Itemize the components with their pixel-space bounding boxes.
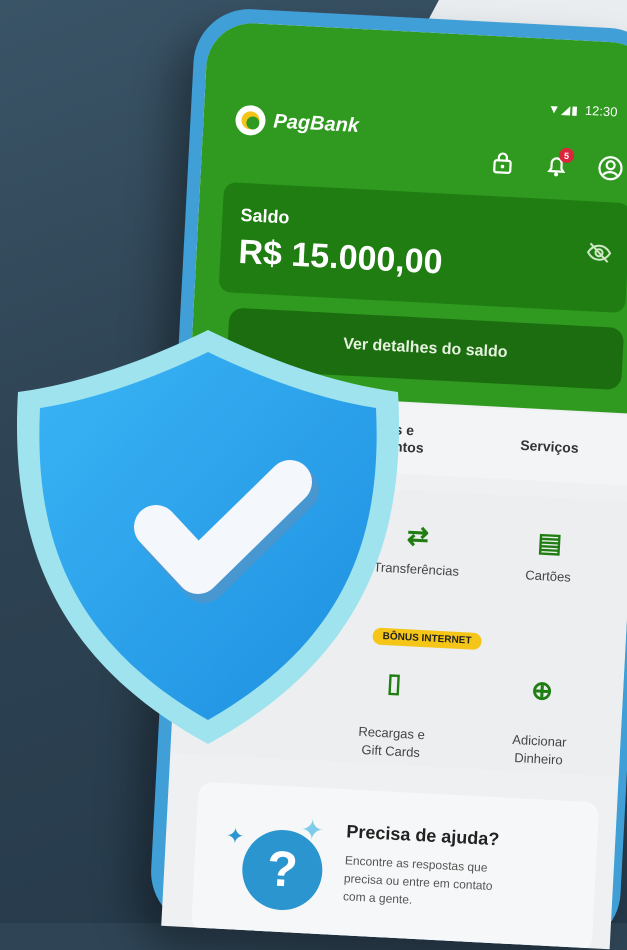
- balance-label: Saldo: [240, 204, 291, 228]
- notification-badge: 5: [558, 147, 575, 164]
- sparkle-icon: ✦: [225, 823, 246, 849]
- question-mark-icon: ?: [265, 840, 300, 898]
- profile-icon[interactable]: [596, 154, 625, 183]
- balance-value: R$ 15.000,00: [237, 232, 444, 282]
- status-time: 12:30: [584, 102, 618, 120]
- service-cartoes[interactable]: ▤ Cartões: [498, 525, 601, 588]
- help-title: Precisa de ajuda?: [345, 821, 500, 850]
- service-label: Cartões: [524, 567, 572, 585]
- service-adicionar-dinheiro[interactable]: ⊕ Adicionar Dinheiro: [488, 655, 594, 770]
- brand-name: PagBank: [272, 110, 360, 137]
- lock-icon[interactable]: [488, 148, 517, 177]
- help-text: Encontre as respostas que precisa ou ent…: [342, 853, 493, 907]
- help-question-icon: ?: [240, 827, 325, 913]
- security-shield-icon: [8, 322, 408, 752]
- service-label: Adicionar Dinheiro: [511, 731, 567, 768]
- brand-logo[interactable]: PagBank: [234, 104, 360, 141]
- help-card[interactable]: ✦ ✦ ? Precisa de ajuda? Encontre as resp…: [190, 781, 600, 950]
- hide-balance-icon[interactable]: [585, 241, 612, 269]
- card-icon: ▤: [536, 526, 563, 559]
- tab-servicos[interactable]: Serviços: [463, 434, 627, 460]
- balance-card: Saldo R$ 15.000,00: [218, 182, 627, 314]
- bell-icon[interactable]: 5: [542, 147, 575, 180]
- add-money-icon: ⊕: [530, 674, 554, 706]
- signal-icon: ▼◢▮: [547, 101, 580, 117]
- logo-mark-icon: [234, 104, 267, 137]
